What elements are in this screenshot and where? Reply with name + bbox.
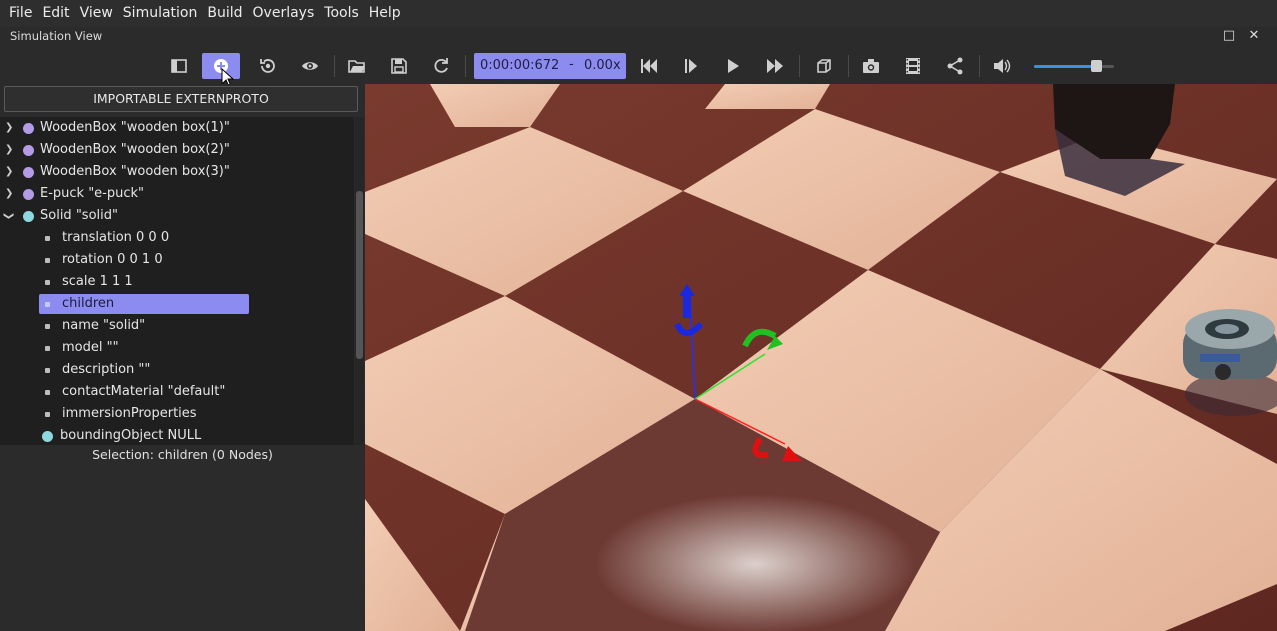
menu-help[interactable]: Help	[364, 0, 406, 27]
tree-field-translation[interactable]: translation 0 0 0	[0, 227, 354, 249]
menu-overlays[interactable]: Overlays	[248, 0, 320, 27]
tree-field-description[interactable]: description ""	[0, 359, 354, 381]
window-title: Simulation View	[10, 29, 103, 43]
tree-node-label: WoodenBox "wooden box(3)"	[40, 164, 230, 179]
menu-simulation[interactable]: Simulation	[118, 0, 203, 27]
reload-icon	[434, 58, 448, 73]
tree-node-wooden-box-3[interactable]: ❯ WoodenBox "wooden box(3)"	[0, 161, 354, 183]
scrollbar-thumb[interactable]	[356, 191, 363, 359]
tree-field-rotation[interactable]: rotation 0 0 1 0	[0, 249, 354, 271]
scene-tree: ❯ WoodenBox "wooden box(1)" ❯ WoodenBox …	[0, 117, 354, 445]
field-icon	[45, 346, 50, 351]
tree-field-model[interactable]: model ""	[0, 337, 354, 359]
save-icon	[391, 58, 407, 74]
proto-node-icon	[23, 145, 34, 156]
sidebar-toggle-icon	[171, 59, 187, 73]
field-icon	[45, 302, 50, 307]
expand-arrow-icon[interactable]: ❯	[5, 161, 13, 183]
volume-slider-handle[interactable]	[1090, 60, 1102, 72]
tree-field-label: immersionProperties	[62, 406, 197, 421]
volume-slider[interactable]	[1034, 65, 1114, 68]
menu-build[interactable]: Build	[202, 0, 247, 27]
tree-node-label: E-puck "e-puck"	[40, 186, 145, 201]
base-node-icon	[23, 211, 34, 222]
tree-node-label: WoodenBox "wooden box(1)"	[40, 120, 230, 135]
field-icon	[45, 258, 50, 263]
importable-externproto-button[interactable]: IMPORTABLE EXTERNPROTO	[4, 86, 358, 112]
proto-node-icon	[23, 123, 34, 134]
tree-field-label: model ""	[62, 340, 119, 355]
tree-node-solid[interactable]: ❯ Solid "solid"	[0, 205, 354, 227]
collapse-arrow-icon[interactable]: ❯	[0, 212, 19, 220]
checkered-floor	[365, 84, 1277, 631]
view-visibility-button[interactable]	[292, 53, 328, 79]
menu-bar: File Edit View Simulation Build Overlays…	[0, 0, 1277, 27]
tree-field-contact-material[interactable]: contactMaterial "default"	[0, 381, 354, 403]
tree-field-immersion-properties[interactable]: immersionProperties	[0, 403, 354, 425]
tree-field-label: name "solid"	[62, 318, 146, 333]
rotate-icon	[260, 59, 275, 73]
3d-viewport[interactable]	[365, 84, 1277, 631]
simulation-time-display: 0:00:00:672 - 0.00x	[474, 53, 626, 79]
e-puck-robot[interactable]	[1183, 309, 1277, 416]
tree-node-label: WoodenBox "wooden box(2)"	[40, 142, 230, 157]
folder-open-icon	[348, 60, 365, 73]
field-icon	[45, 412, 50, 417]
tree-field-label: description ""	[62, 362, 151, 377]
open-world-button[interactable]	[339, 53, 375, 79]
expand-arrow-icon[interactable]: ❯	[5, 139, 13, 161]
tree-field-scale[interactable]: scale 1 1 1	[0, 271, 354, 293]
menu-view[interactable]: View	[75, 0, 118, 27]
menu-tools[interactable]: Tools	[319, 0, 364, 27]
toolbar-separator	[465, 55, 466, 77]
hide-scene-tree-button[interactable]	[161, 53, 197, 79]
maximize-icon[interactable]: □	[1222, 29, 1236, 43]
eye-icon	[302, 62, 318, 70]
field-icon	[45, 390, 50, 395]
tree-field-name[interactable]: name "solid"	[0, 315, 354, 337]
field-icon	[45, 236, 50, 241]
tree-node-label: Solid "solid"	[40, 208, 118, 223]
field-icon	[45, 280, 50, 285]
time-separator: -	[569, 57, 574, 72]
proto-node-icon	[23, 189, 34, 200]
proto-node-icon	[23, 167, 34, 178]
node-field-icon	[42, 431, 53, 442]
expand-arrow-icon[interactable]: ❯	[5, 183, 13, 205]
save-world-button[interactable]	[381, 53, 417, 79]
simulation-time: 0:00:00:672	[480, 58, 560, 73]
menu-edit[interactable]: Edit	[37, 0, 74, 27]
tree-node-e-puck[interactable]: ❯ E-puck "e-puck"	[0, 183, 354, 205]
scene-tree-panel: IMPORTABLE EXTERNPROTO ❯ WoodenBox "wood…	[0, 84, 365, 631]
simulation-view-titlebar: Simulation View □ ✕	[0, 27, 1277, 47]
expand-arrow-icon[interactable]: ❯	[5, 117, 13, 139]
field-icon	[45, 368, 50, 373]
tree-field-bounding-object[interactable]: boundingObject NULL	[0, 425, 354, 445]
field-icon	[45, 324, 50, 329]
tree-field-label: rotation 0 0 1 0	[62, 252, 163, 267]
tree-field-label: boundingObject NULL	[60, 428, 202, 443]
tree-field-label: translation 0 0 0	[62, 230, 170, 245]
menu-file[interactable]: File	[4, 0, 37, 27]
close-icon[interactable]: ✕	[1247, 29, 1261, 43]
toolbar-separator	[334, 55, 335, 77]
reload-world-button[interactable]	[423, 53, 459, 79]
tree-field-children[interactable]: children	[0, 293, 354, 315]
reset-view-button[interactable]	[250, 53, 286, 79]
tree-field-label: children	[62, 296, 115, 311]
scene-tree-scrollbar[interactable]	[355, 117, 364, 445]
tree-field-label: contactMaterial "default"	[62, 384, 226, 399]
tree-node-wooden-box-1[interactable]: ❯ WoodenBox "wooden box(1)"	[0, 117, 354, 139]
tree-node-wooden-box-2[interactable]: ❯ WoodenBox "wooden box(2)"	[0, 139, 354, 161]
volume-slider-fill	[1034, 65, 1096, 68]
selection-status: Selection: children (0 Nodes)	[92, 447, 273, 462]
simulation-speed: 0.00x	[584, 58, 621, 73]
tree-field-label: scale 1 1 1	[62, 274, 133, 289]
